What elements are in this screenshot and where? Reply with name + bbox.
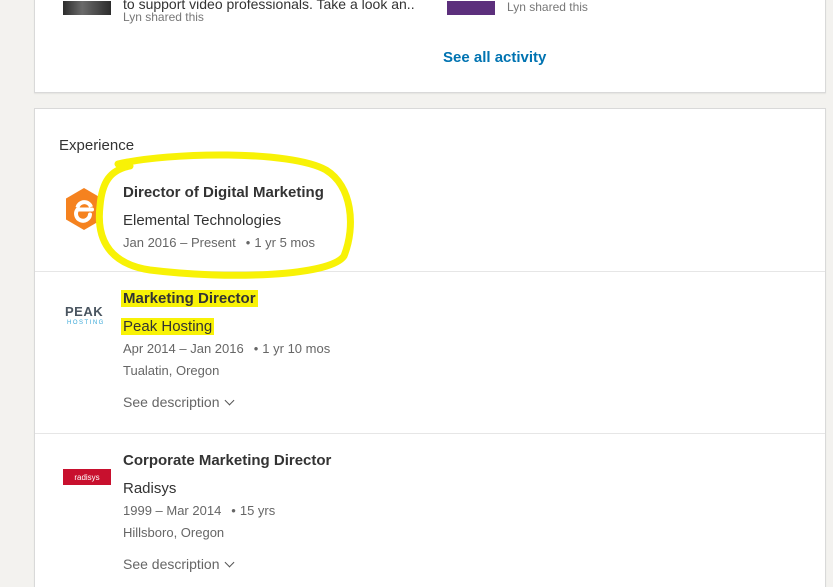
dates: Apr 2014 – Jan 2016 [123,341,244,356]
dates: 1999 – Mar 2014 [123,503,222,518]
company-name[interactable]: Elemental Technologies [123,210,324,234]
activity-card: to support video professionals. Take a l… [34,0,826,93]
dates: Jan 2016 – Present [123,235,236,250]
divider [35,271,825,272]
experience-section: Experience Director of Digital Marketing… [34,108,826,587]
position-title-text: Marketing Director [121,290,258,307]
date-range: Jan 2016 – Present • 1 yr 5 mos [123,235,315,250]
peak-hosting-logo-mark: PEAK HOSTING [65,304,105,326]
duration: 1 yr 5 mos [254,235,315,250]
elemental-logo-mark [66,188,102,230]
company-name-text: Peak Hosting [121,318,215,335]
activity-thumbnail[interactable] [447,1,495,15]
company-name[interactable]: Peak Hosting [121,316,330,340]
location: Tualatin, Oregon [123,363,220,378]
peak-logo-word: PEAK [65,305,103,319]
date-range: Apr 2014 – Jan 2016 • 1 yr 10 mos [123,341,331,356]
chevron-down-icon [224,395,234,406]
location: Hillsboro, Oregon [123,525,225,540]
see-description-label: See description [123,556,220,572]
chevron-down-icon [224,557,234,568]
see-description-label: See description [123,394,220,410]
position-title[interactable]: Director of Digital Marketing [123,183,324,207]
elemental-logo[interactable] [63,187,105,236]
see-description-button[interactable]: See description [123,394,234,410]
position-title[interactable]: Corporate Marketing Director [123,451,331,475]
activity-shared-by: Lyn shared this [507,0,588,14]
peak-hosting-logo[interactable]: PEAK HOSTING [63,304,109,332]
divider [35,433,825,434]
company-name[interactable]: Radisys [123,478,331,502]
duration: 15 yrs [239,503,276,518]
duration: 1 yr 10 mos [262,341,331,356]
see-all-activity-link[interactable]: See all activity [443,49,546,66]
activity-thumbnail[interactable] [63,1,111,15]
radisys-logo-word: radisys [74,473,99,482]
radisys-logo-mark: radisys [63,469,111,485]
radisys-logo[interactable]: radisys [63,469,111,490]
position-title[interactable]: Marketing Director [121,289,330,313]
section-title: Experience [59,137,135,154]
see-description-button[interactable]: See description [123,556,234,572]
activity-shared-by: Lyn shared this [123,10,204,24]
peak-logo-subword: HOSTING [67,320,105,326]
date-range: 1999 – Mar 2014 • 15 yrs [123,503,276,518]
